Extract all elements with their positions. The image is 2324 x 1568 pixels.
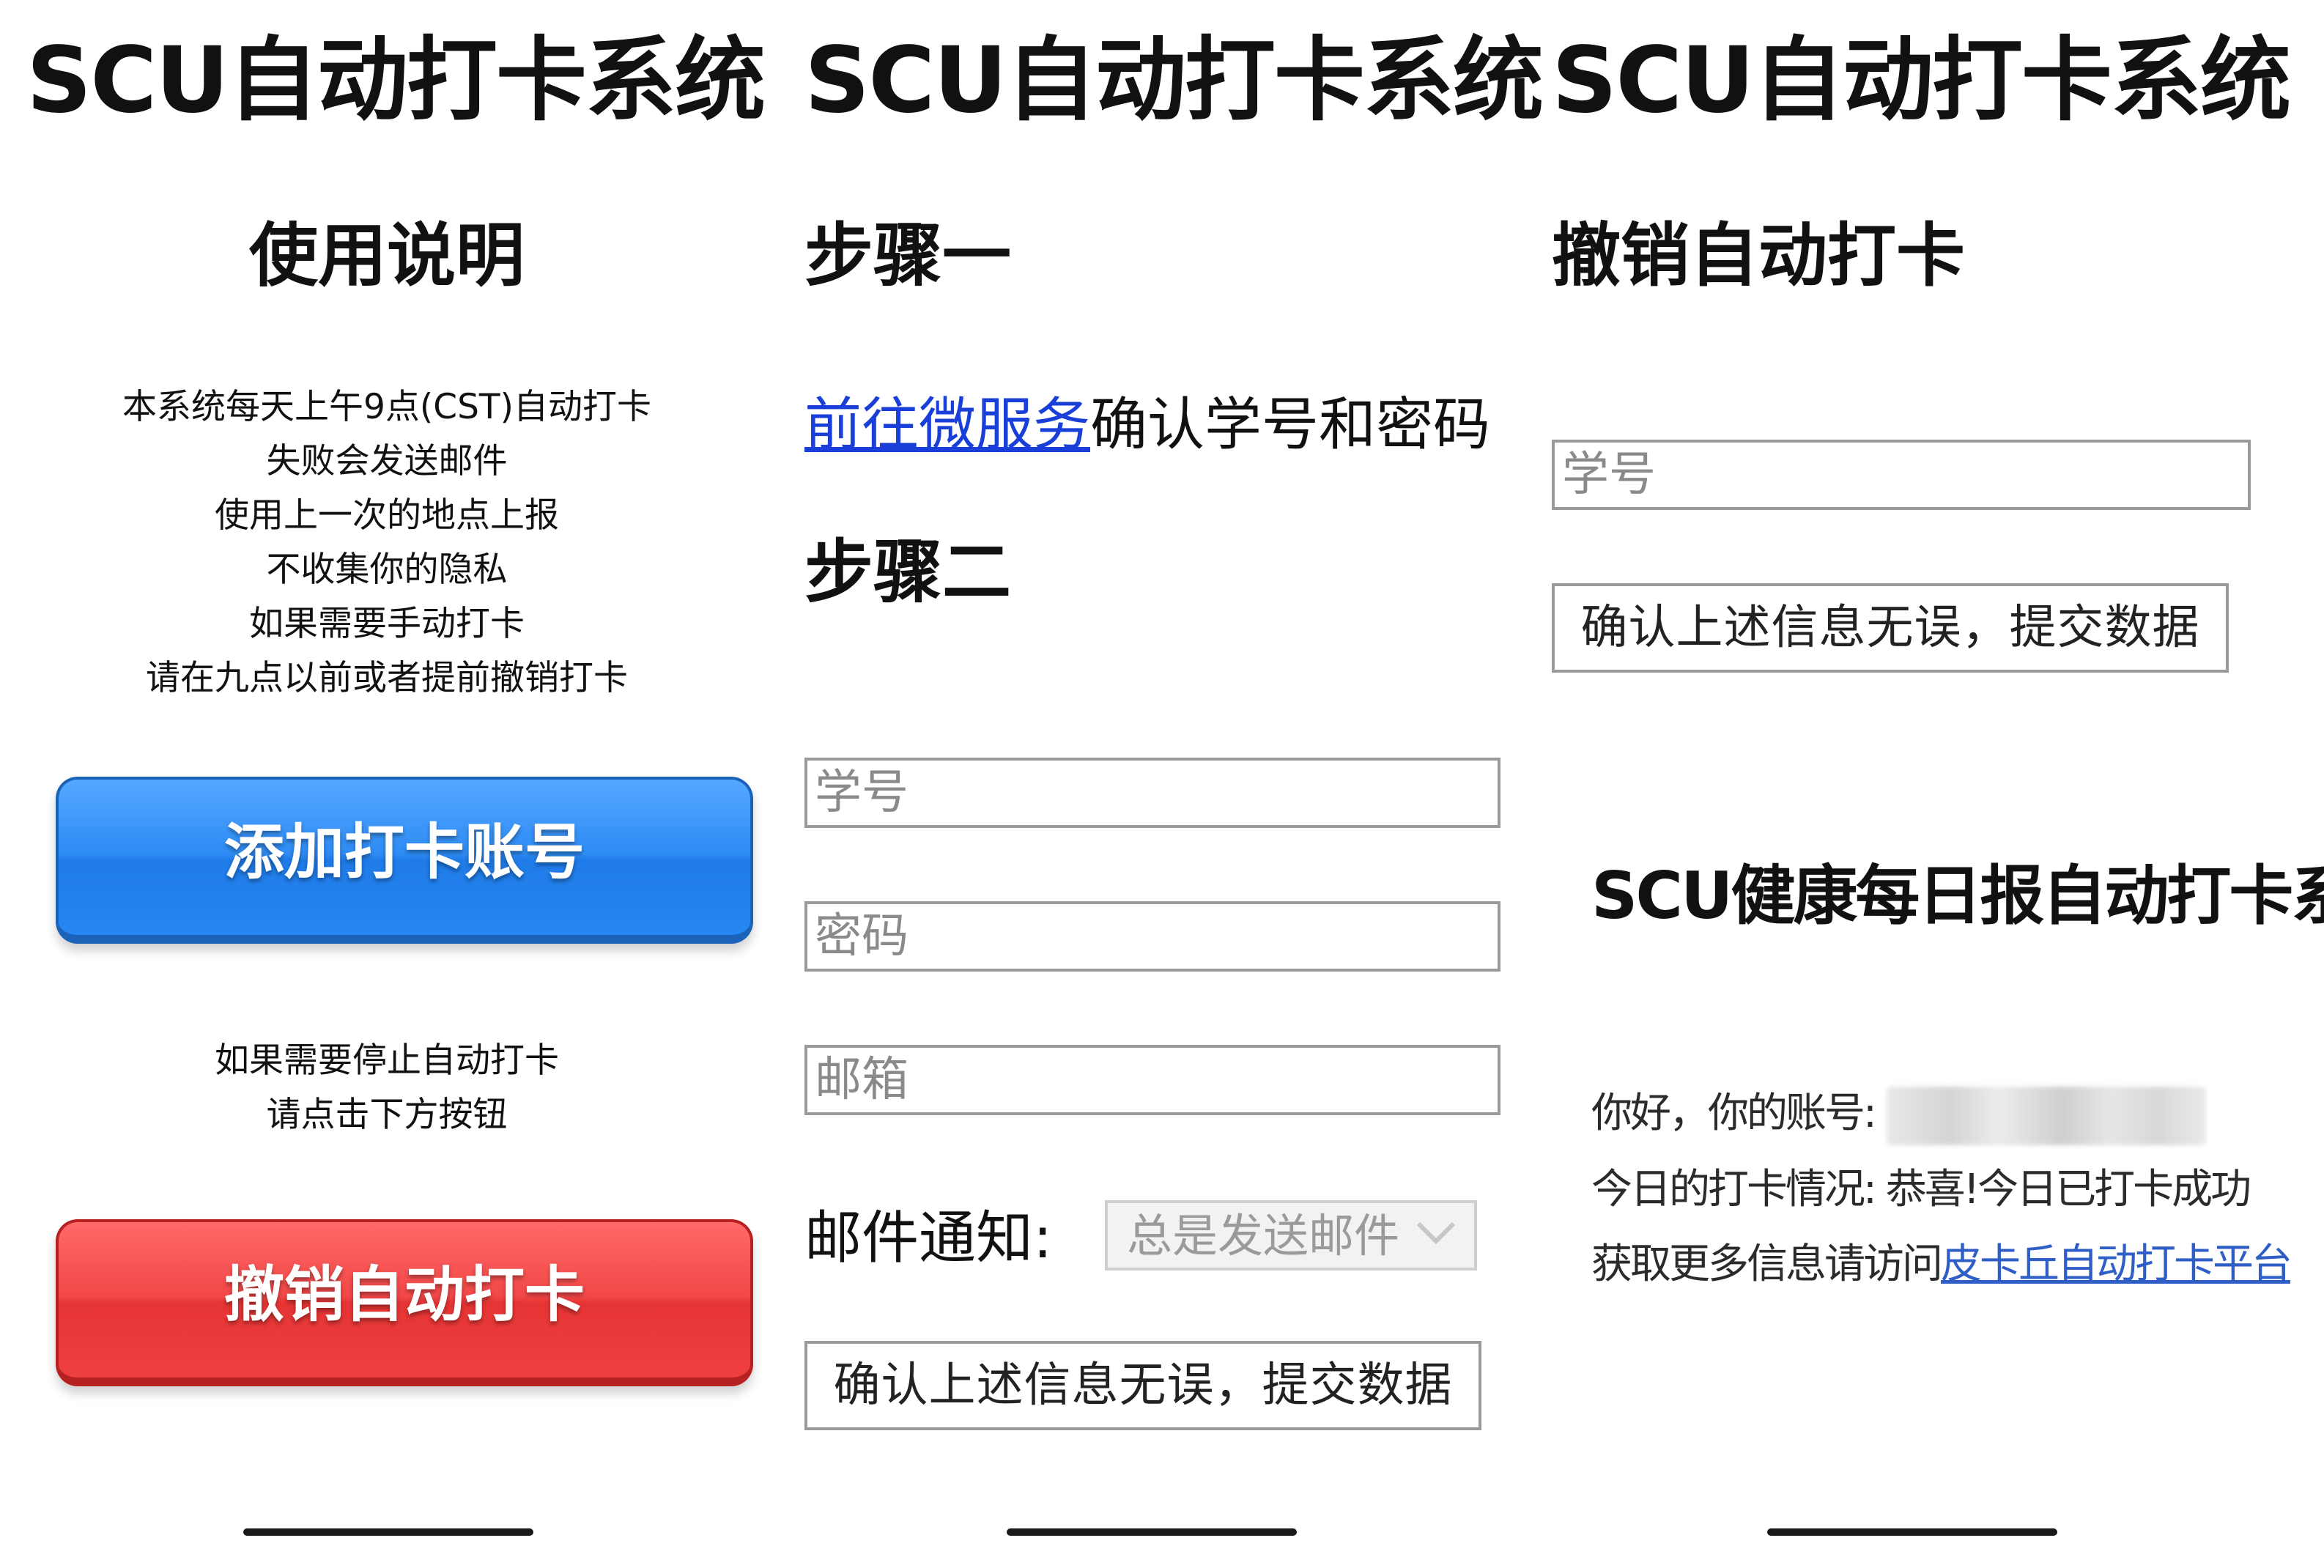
- email-input[interactable]: [804, 1045, 1500, 1115]
- app-title: SCU自动打卡系统: [804, 28, 1544, 133]
- student-id-input[interactable]: [804, 758, 1500, 828]
- email-notify-label: 邮件通知:: [804, 1205, 1053, 1271]
- platform-link[interactable]: 皮卡丘自动打卡平台: [1941, 1240, 2292, 1288]
- revoke-heading: 撤销自动打卡: [1552, 216, 1966, 296]
- email-notify-select[interactable]: 总是发送邮件: [1105, 1200, 1477, 1271]
- instruction-line: 不收集你的隐私: [266, 550, 508, 590]
- home-indicator[interactable]: [1767, 1528, 2057, 1536]
- email-status-value: 恭喜!今日已打卡成功: [1885, 1166, 2251, 1213]
- step1-instruction: 前往微服务确认学号和密码: [804, 388, 1490, 462]
- home-indicator[interactable]: [243, 1528, 533, 1536]
- add-account-button[interactable]: 添加打卡账号: [56, 777, 753, 944]
- email-more-info-line: 获取更多信息请访问皮卡丘自动打卡平台: [1591, 1235, 2292, 1294]
- instruction-line: 本系统每天上午9点(CST)自动打卡: [122, 387, 651, 427]
- instruction-line: 使用上一次的地点上报: [215, 495, 559, 536]
- email-preview-title: SCU健康每日报自动打卡系统: [1591, 858, 2324, 933]
- email-notify-selected-value: 总是发送邮件: [1127, 1209, 1400, 1262]
- submit-button[interactable]: 确认上述信息无误，提交数据: [804, 1341, 1481, 1430]
- instruction-line: 请在九点以前或者提前撤销打卡: [146, 658, 628, 698]
- email-account-line: 你好，你的账号:: [1591, 1084, 2206, 1145]
- home-indicator[interactable]: [1007, 1528, 1297, 1536]
- app-title: SCU自动打卡系统: [26, 28, 766, 133]
- submit-button[interactable]: 确认上述信息无误，提交数据: [1552, 583, 2229, 673]
- revoke-auto-checkin-button[interactable]: 撤销自动打卡: [56, 1219, 753, 1386]
- panel-add-account: SCU自动打卡系统 步骤一 前往微服务确认学号和密码 步骤二 邮件通知: 总是发…: [775, 0, 1549, 1568]
- step1-text: 确认学号和密码: [1090, 392, 1491, 458]
- blurred-account-number: [1886, 1086, 2206, 1145]
- instruction-line: 如果需要手动打卡: [249, 604, 525, 644]
- panel-revoke: SCU自动打卡系统 撤销自动打卡 确认上述信息无误，提交数据 SCU健康每日报自…: [1550, 0, 2324, 1568]
- email-more-info-prefix: 获取更多信息请访问: [1591, 1240, 1943, 1288]
- step2-heading: 步骤二: [804, 533, 1012, 613]
- instruction-line: 失败会发送邮件: [266, 441, 508, 481]
- chevron-down-icon: [1416, 1221, 1456, 1245]
- password-input[interactable]: [804, 901, 1500, 972]
- email-greeting: 你好，你的账号:: [1591, 1090, 1877, 1137]
- panel-instructions: SCU自动打卡系统 使用说明 本系统每天上午9点(CST)自动打卡 失败会发送邮…: [0, 0, 774, 1568]
- instructions-heading: 使用说明: [248, 216, 525, 296]
- microservice-link[interactable]: 前往微服务: [804, 392, 1090, 458]
- email-status-line: 今日的打卡情况: 恭喜!今日已打卡成功: [1591, 1161, 2251, 1219]
- app-title: SCU自动打卡系统: [1552, 28, 2291, 133]
- student-id-input[interactable]: [1552, 440, 2251, 510]
- step1-heading: 步骤一: [804, 216, 1012, 296]
- stop-hint-line: 如果需要停止自动打卡: [215, 1040, 559, 1081]
- email-status-prefix: 今日的打卡情况:: [1591, 1166, 1877, 1213]
- stop-hint-line: 请点击下方按钮: [266, 1095, 508, 1135]
